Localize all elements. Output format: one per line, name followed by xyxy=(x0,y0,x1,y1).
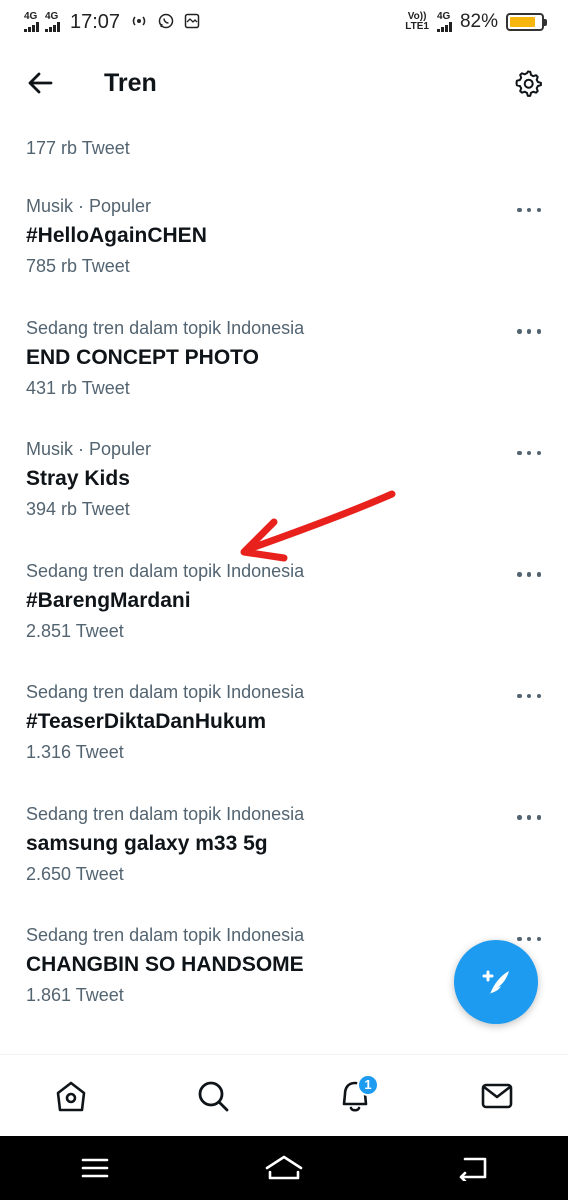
more-options-icon[interactable] xyxy=(514,322,544,342)
trend-count: 177 rb Tweet xyxy=(26,138,130,158)
signal-1-network: 4G xyxy=(24,11,38,22)
trend-context: Sedang tren dalam topik Indonesia xyxy=(26,925,305,945)
trend-name: #BarengMardani xyxy=(26,588,191,612)
trend-context: Sedang tren dalam topik Indonesia xyxy=(26,803,305,824)
nav-notifications[interactable]: 1 xyxy=(327,1068,383,1124)
status-time: 17:07 xyxy=(70,10,121,33)
more-options-icon[interactable] xyxy=(514,200,544,220)
menu-icon xyxy=(81,1158,108,1178)
signal-3-network: 4G xyxy=(436,11,451,22)
system-back-button[interactable] xyxy=(443,1143,503,1193)
trend-context: Sedang tren dalam topik Indonesia xyxy=(26,682,305,702)
volte-line-2: LTE1 xyxy=(405,21,429,32)
hotspot-icon xyxy=(130,14,148,31)
system-home-button[interactable] xyxy=(254,1143,314,1193)
back-icon xyxy=(460,1157,487,1181)
trend-list: Musik · Populer #HelloAgainCHEN 785 rb T… xyxy=(0,184,568,1035)
compose-tweet-icon xyxy=(482,970,509,994)
more-options-icon[interactable] xyxy=(514,808,544,828)
compose-tweet-button[interactable] xyxy=(454,940,538,1024)
trend-count: 1.316 Tweet xyxy=(26,742,124,762)
trend-context: Sedang tren dalam topik Indonesia xyxy=(26,317,305,338)
trend-count: 2.650 Tweet xyxy=(26,863,124,884)
nav-home[interactable] xyxy=(43,1068,99,1124)
trend-count: 431 rb Tweet xyxy=(26,377,130,398)
whatsapp-icon xyxy=(158,13,174,32)
more-options-icon[interactable] xyxy=(514,686,544,706)
notification-badge: 1 xyxy=(357,1073,379,1096)
trend-context: Musik · Populer xyxy=(26,439,152,459)
bottom-nav: 1 xyxy=(0,1054,568,1136)
trend-count: 2.851 Tweet xyxy=(26,620,124,641)
trend-name: END CONCEPT PHOTO xyxy=(26,345,259,369)
system-nav-bar xyxy=(0,1136,568,1200)
trend-item[interactable]: Sedang tren dalam topik Indonesia #Tease… xyxy=(0,670,568,792)
trend-name: samsung galaxy m33 5g xyxy=(26,831,268,855)
trend-context: Musik · Populer xyxy=(26,196,152,216)
back-button[interactable] xyxy=(20,63,60,103)
gallery-notification-icon xyxy=(184,13,200,32)
signal-2-network: 4G xyxy=(45,11,59,22)
messages-icon xyxy=(481,1083,513,1108)
trend-name: #TeaserDiktaDanHukum xyxy=(26,710,267,733)
trend-item[interactable]: Musik · Populer Stray Kids 394 rb Tweet xyxy=(0,427,568,549)
settings-button[interactable] xyxy=(508,63,548,103)
home-outline-icon xyxy=(265,1155,303,1180)
trend-item[interactable]: Sedang tren dalam topik Indonesia END CO… xyxy=(0,306,568,428)
trend-count: 785 rb Tweet xyxy=(26,256,130,276)
arrow-left-icon xyxy=(28,72,53,94)
search-icon xyxy=(198,1081,229,1111)
signal-2-icon: 4G xyxy=(45,12,60,32)
more-options-icon[interactable] xyxy=(514,565,544,585)
trend-item[interactable]: Sedang tren dalam topik Indonesia #Baren… xyxy=(0,549,568,671)
trend-name: Stray Kids xyxy=(26,467,130,490)
app-header: Tren xyxy=(0,52,568,114)
battery-fill xyxy=(510,17,535,27)
battery-icon xyxy=(506,13,547,31)
signal-1-icon: 4G xyxy=(24,12,39,32)
nav-search[interactable] xyxy=(185,1068,241,1124)
trend-item[interactable]: Musik · Populer #HelloAgainCHEN 785 rb T… xyxy=(0,184,568,306)
nav-messages[interactable] xyxy=(469,1068,525,1124)
more-options-icon[interactable] xyxy=(514,443,544,463)
trend-item[interactable]: Sedang tren dalam topik Indonesia samsun… xyxy=(0,792,568,914)
battery-percent: 82% xyxy=(459,11,498,32)
home-icon xyxy=(56,1081,86,1111)
gear-icon xyxy=(515,70,542,97)
signal-3-icon: 4G xyxy=(436,11,452,32)
trend-name: #HelloAgainCHEN xyxy=(26,224,207,247)
page-title: Tren xyxy=(104,68,157,97)
status-bar: 4G 4G 17:07 Vo)) LTE1 4G 82% xyxy=(0,0,568,44)
recent-apps-button[interactable] xyxy=(65,1143,125,1193)
trend-context: Sedang tren dalam topik Indonesia xyxy=(26,560,305,581)
volte-indicator: Vo)) LTE1 xyxy=(405,12,429,32)
trend-count: 394 rb Tweet xyxy=(26,499,130,519)
